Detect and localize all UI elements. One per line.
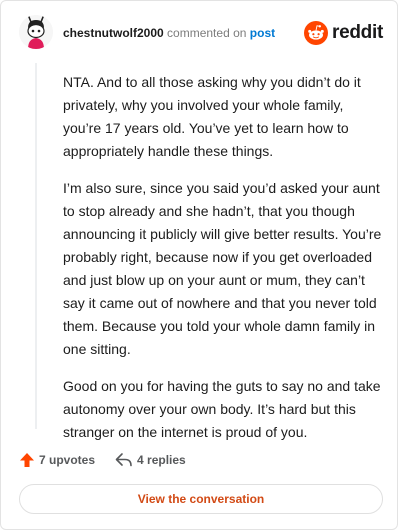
thread-line xyxy=(35,63,37,429)
comment-paragraph: Good on you for having the guts to say n… xyxy=(63,378,381,440)
comment-meta: chestnutwolf2000 commented on post xyxy=(63,26,275,40)
reply-arrow-icon xyxy=(115,453,132,467)
replies-button[interactable]: 4 replies xyxy=(115,452,186,468)
action-text: commented on xyxy=(167,26,247,40)
comment-paragraph: NTA. And to all those asking why you did… xyxy=(63,74,361,159)
snoo-avatar-icon xyxy=(19,15,53,49)
avatar[interactable] xyxy=(19,15,53,49)
reddit-logo[interactable]: reddit xyxy=(304,21,383,45)
reddit-snoo-icon xyxy=(304,21,329,45)
upvote-arrow-icon xyxy=(20,453,34,467)
view-conversation-button[interactable]: View the conversation xyxy=(19,484,383,514)
comment-footer: 7 upvotes 4 replies xyxy=(19,451,206,469)
comment-header: chestnutwolf2000 commented on post reddi… xyxy=(1,1,397,63)
comment-paragraph: I’m also sure, since you said you’d aske… xyxy=(63,180,382,357)
brand-wordmark: reddit xyxy=(332,22,383,43)
post-link[interactable]: post xyxy=(250,26,275,40)
reply-count: 4 replies xyxy=(137,453,186,467)
username-link[interactable]: chestnutwolf2000 xyxy=(63,26,164,40)
upvote-count: 7 upvotes xyxy=(39,453,96,467)
upvote-button[interactable]: 7 upvotes xyxy=(19,452,95,468)
comment-body: NTA. And to all those asking why you did… xyxy=(63,71,385,458)
comment-card: chestnutwolf2000 commented on post reddi… xyxy=(0,0,398,530)
